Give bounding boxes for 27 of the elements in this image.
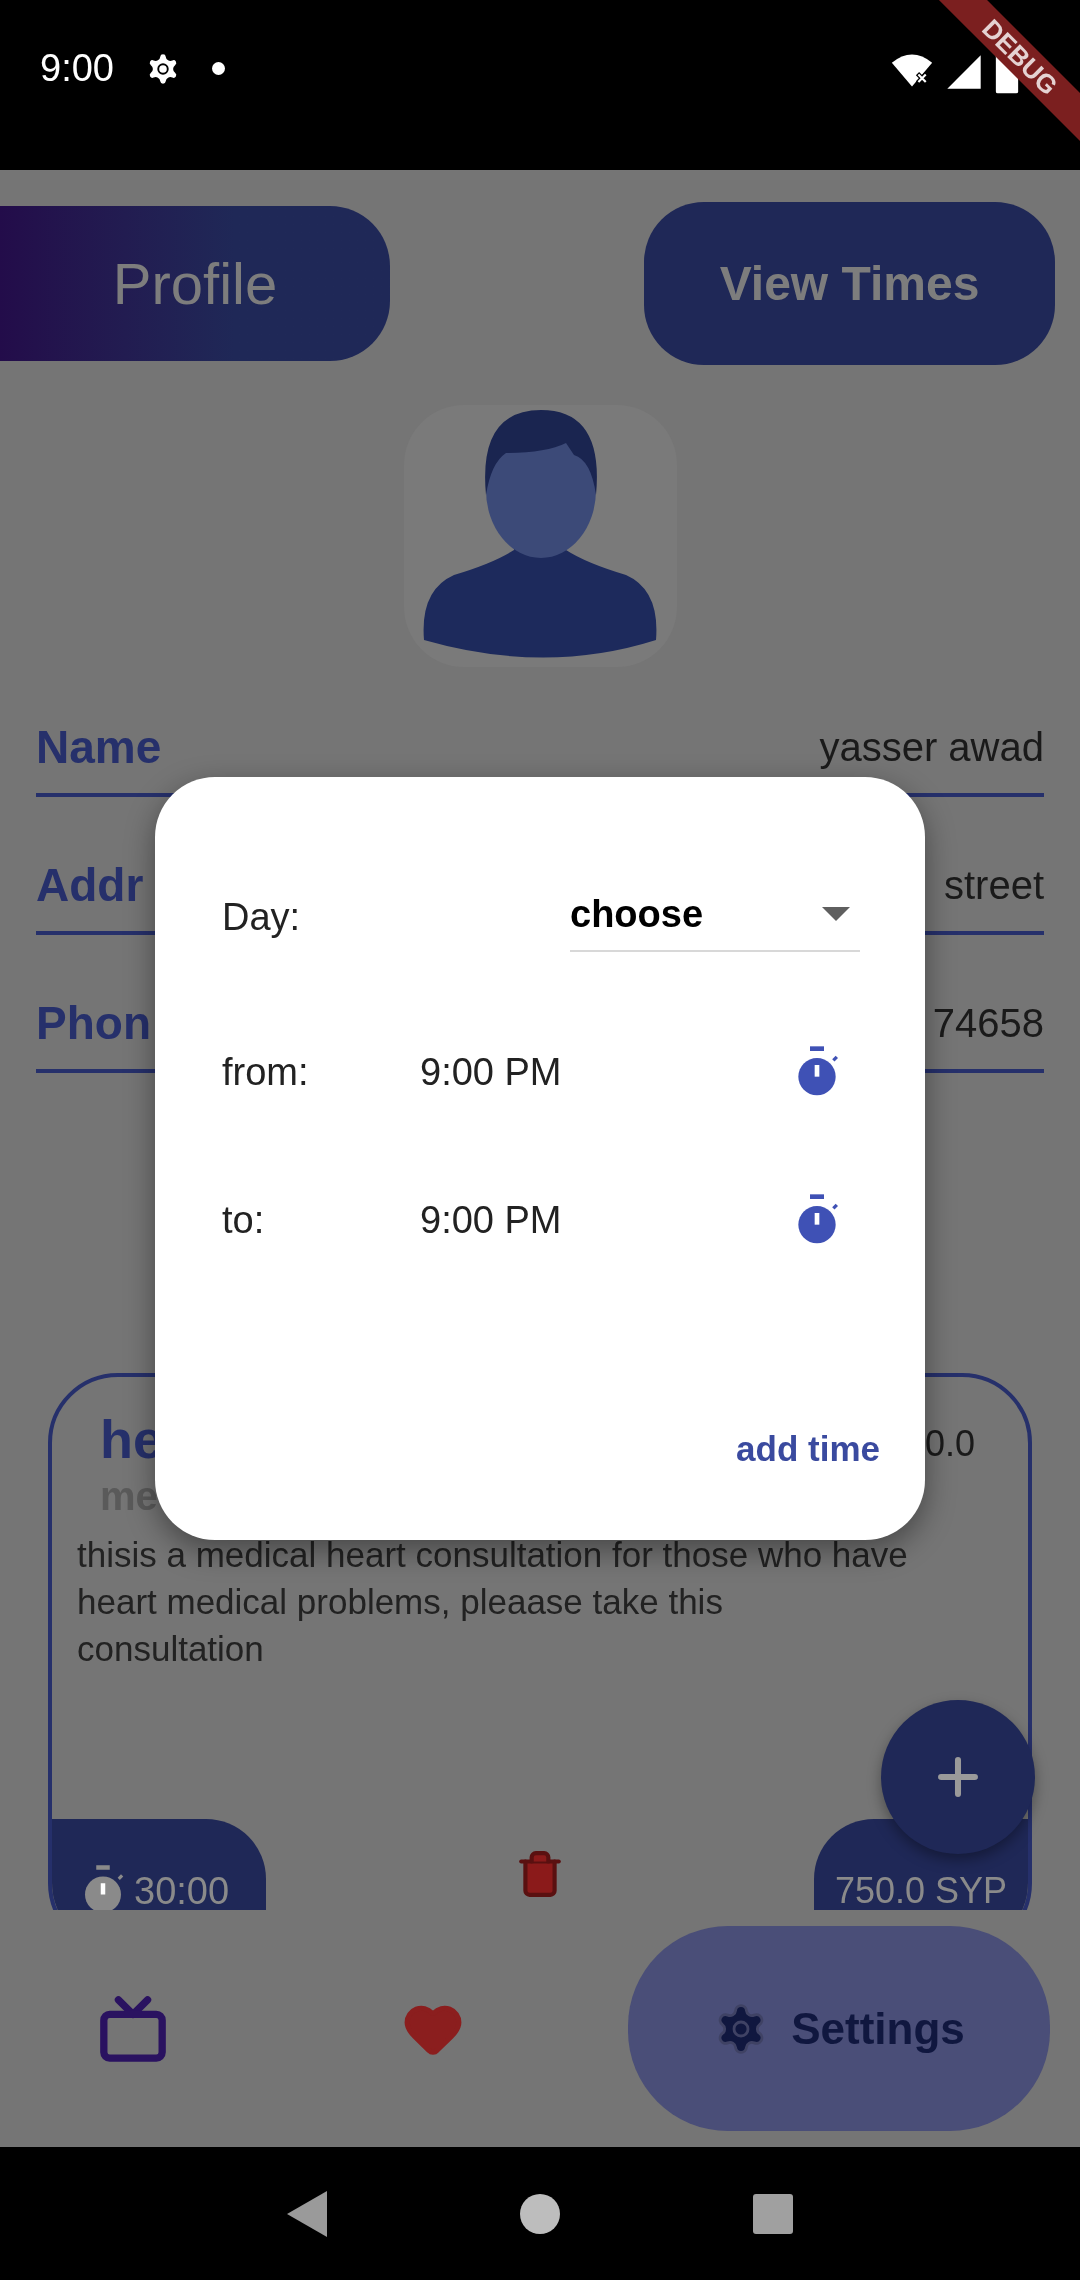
day-label: Day: <box>222 894 301 940</box>
field-value: 74658 <box>932 1000 1044 1047</box>
time-label: from: <box>222 1049 310 1095</box>
signal-icon <box>944 52 984 92</box>
field-value: street <box>943 862 1044 909</box>
status-time: 9:00 <box>40 46 114 91</box>
time-value: 9:00 PM <box>420 1049 562 1095</box>
time-value: 9:00 PM <box>420 1197 562 1243</box>
time-label: to: <box>222 1197 266 1243</box>
header-button[interactable]: Profile <box>0 206 390 361</box>
add-time-button[interactable]: add time <box>736 1422 880 1475</box>
duration-text: 30:00 <box>134 1869 230 1910</box>
dropdown-arrow-icon <box>822 907 850 921</box>
field-label: Name <box>36 720 162 775</box>
day-dropdown[interactable]: choose <box>570 882 860 952</box>
settings-tab[interactable]: Settings <box>628 1926 1050 2131</box>
recents-icon[interactable] <box>753 2193 794 2234</box>
field-value: yasser awad <box>819 724 1044 771</box>
card-description: thisis a medical heart consultation for those who have heart medical problems, pleaase take this consultation <box>76 1534 909 1670</box>
field-label: Phon <box>36 996 151 1051</box>
card-price-text: 0.0 <box>924 1422 975 1466</box>
field-label: Addr <box>36 858 144 913</box>
home-icon[interactable] <box>520 2193 560 2234</box>
price-text: 750.0 SYP <box>834 1869 1008 1910</box>
header-button[interactable]: View Times <box>644 202 1055 365</box>
tv-icon <box>98 1993 168 2064</box>
back-icon[interactable] <box>286 2190 327 2237</box>
